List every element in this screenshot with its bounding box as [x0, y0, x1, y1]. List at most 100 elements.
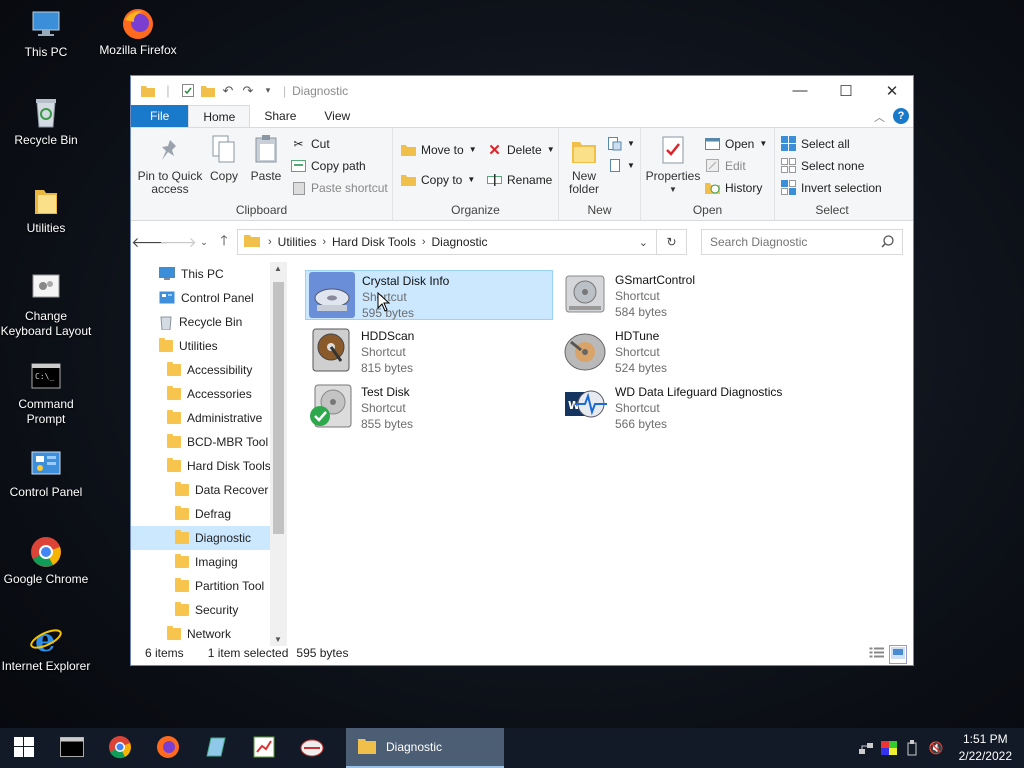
nav-item-administrative[interactable]: Administrative	[131, 406, 287, 430]
nav-item-accessories[interactable]: Accessories	[131, 382, 287, 406]
file-item-gsmartcontrol[interactable]: GSmartControl Shortcut 584 bytes	[559, 270, 807, 320]
large-icons-view-icon[interactable]	[889, 645, 907, 664]
tab-view[interactable]: View	[310, 105, 364, 127]
new-folder-icon[interactable]	[199, 82, 217, 100]
select-none-button[interactable]: Select none	[781, 158, 864, 173]
breadcrumb-utilities[interactable]: Utilities	[278, 235, 317, 249]
file-item-test-disk[interactable]: Test Disk Shortcut 855 bytes	[305, 382, 553, 432]
usb-tray-icon[interactable]	[902, 738, 922, 758]
nav-item-data-recover[interactable]: Data Recover	[131, 478, 287, 502]
file-item-crystal-disk-info[interactable]: Crystal Disk Info Shortcut 595 bytes	[305, 270, 553, 320]
file-item-hdtune[interactable]: HDTune Shortcut 524 bytes	[559, 326, 807, 376]
taskbar-chrome[interactable]	[96, 728, 144, 768]
tab-file[interactable]: File	[131, 105, 189, 127]
nav-item-imaging[interactable]: Imaging	[131, 550, 287, 574]
desktop-icon-chrome[interactable]: Google Chrome	[0, 535, 92, 587]
copy-button[interactable]: Copy	[207, 134, 241, 183]
undo-icon[interactable]: ↶	[219, 82, 237, 100]
nav-item-bcd-mbr-tool[interactable]: BCD-MBR Tool	[131, 430, 287, 454]
taskbar-window-label: Diagnostic	[386, 740, 443, 754]
file-item-wd-data-lifeguard-diagnostics[interactable]: WD WD Data Lifeguard Diagnostics Shortcut 5…	[559, 382, 807, 432]
file-item-hddscan[interactable]: HDDScan Shortcut 815 bytes	[305, 326, 553, 376]
desktop-icon-label: Mozilla Firefox	[99, 43, 177, 57]
up-button[interactable]: 🡑	[213, 231, 235, 253]
taskbar-firefox[interactable]	[144, 728, 192, 768]
nav-item-control-panel[interactable]: Control Panel	[131, 286, 287, 310]
nav-item-defrag[interactable]: Defrag	[131, 502, 287, 526]
minimize-button[interactable]: —	[777, 76, 823, 105]
nav-item-hard-disk-tools[interactable]: Hard Disk Tools	[131, 454, 287, 478]
desktop-icon-keyboard-layout[interactable]: Change Keyboard Layout	[0, 272, 92, 339]
details-view-icon[interactable]	[869, 646, 885, 662]
back-button[interactable]: 🡐	[131, 231, 169, 253]
customize-toolbar-icon[interactable]: ▾	[259, 82, 277, 100]
firefox-icon	[156, 735, 180, 762]
display-tray-icon[interactable]	[879, 738, 899, 758]
taskbar-command-prompt[interactable]	[48, 728, 96, 768]
desktop-icon-this-pc[interactable]: This PC	[0, 8, 92, 60]
nav-item-this-pc[interactable]: This PC	[131, 262, 287, 286]
volume-muted-icon[interactable]: 🔇	[926, 738, 946, 758]
start-button[interactable]	[0, 728, 48, 768]
collapse-ribbon-icon[interactable]: ︿	[874, 109, 885, 125]
desktop-icon-command-prompt[interactable]: C:\_ Command Prompt	[0, 360, 92, 427]
nav-pane-scrollbar[interactable]: ▲ ▼	[270, 262, 287, 646]
breadcrumb-diagnostic[interactable]: Diagnostic	[432, 235, 488, 249]
scrollbar-thumb[interactable]	[273, 282, 284, 534]
redo-icon[interactable]: ↷	[239, 82, 257, 100]
pin-to-quick-access-button[interactable]: Pin to Quick access	[137, 138, 203, 196]
invert-selection-button[interactable]: Invert selection	[781, 180, 882, 195]
rename-button[interactable]: Rename	[487, 172, 552, 187]
properties-button[interactable]: Properties ▼	[645, 136, 701, 196]
paste-button[interactable]: Paste	[247, 134, 285, 183]
cut-button[interactable]: ✂ Cut	[291, 136, 329, 151]
refresh-button[interactable]: ↻	[657, 229, 687, 255]
taskbar-app-4[interactable]	[192, 728, 240, 768]
desktop-icon-firefox[interactable]: Mozilla Firefox	[92, 6, 184, 58]
paste-shortcut-button[interactable]: Paste shortcut	[291, 180, 388, 195]
nav-item-accessibility[interactable]: Accessibility	[131, 358, 287, 382]
properties-icon[interactable]	[179, 82, 197, 100]
nav-item-utilities[interactable]: Utilities	[131, 334, 287, 358]
nav-item-recycle-bin[interactable]: Recycle Bin	[131, 310, 287, 334]
nav-item-diagnostic[interactable]: Diagnostic	[131, 526, 287, 550]
file-item-text: HDTune Shortcut 524 bytes	[615, 328, 667, 376]
address-bar[interactable]: › Utilities › Hard Disk Tools › Diagnost…	[237, 229, 657, 255]
nav-item-security[interactable]: Security	[131, 598, 287, 622]
help-icon[interactable]: ?	[893, 108, 909, 124]
desktop-icon-control-panel[interactable]: Control Panel	[0, 448, 92, 500]
copy-path-button[interactable]: Copy path	[291, 158, 366, 173]
file-size: 855 bytes	[361, 417, 414, 431]
edit-button[interactable]: Edit	[705, 158, 746, 173]
delete-button[interactable]: ✕ Delete ▼	[487, 142, 554, 159]
move-to-button[interactable]: Move to ▼	[401, 142, 477, 157]
desktop-icon-recycle-bin[interactable]: Recycle Bin	[0, 96, 92, 148]
maximize-button[interactable]: ☐	[823, 76, 869, 105]
close-button[interactable]: ✕	[869, 76, 915, 105]
scroll-up-icon[interactable]: ▲	[274, 264, 282, 273]
tab-share[interactable]: Share	[250, 105, 310, 127]
new-folder-button[interactable]: New folder	[565, 138, 603, 196]
chevron-down-icon[interactable]: ⌄	[639, 236, 648, 249]
system-clock[interactable]: 1:51 PM 2/22/2022	[959, 731, 1012, 765]
forward-button[interactable]: 🡒	[159, 231, 197, 253]
desktop-icon-internet-explorer[interactable]: e Internet Explorer	[0, 621, 92, 674]
history-button[interactable]: History	[705, 180, 762, 195]
desktop-icon-utilities[interactable]: Utilities	[0, 184, 92, 236]
copy-to-button[interactable]: Copy to ▼	[401, 172, 475, 187]
network-tray-icon[interactable]	[856, 738, 876, 758]
taskbar-app-5[interactable]	[240, 728, 288, 768]
search-input[interactable]	[710, 235, 875, 249]
search-box[interactable]	[701, 229, 903, 255]
tab-home[interactable]: Home	[188, 105, 251, 127]
notepad-icon	[205, 736, 227, 761]
open-button[interactable]: Open ▼	[705, 136, 767, 151]
easy-access-button[interactable]: ▼	[607, 158, 635, 173]
breadcrumb-hard-disk-tools[interactable]: Hard Disk Tools	[332, 235, 416, 249]
taskbar-app-6[interactable]	[288, 728, 336, 768]
nav-item-partition-tool[interactable]: Partition Tool	[131, 574, 287, 598]
new-item-button[interactable]: ▼	[607, 136, 635, 151]
recent-locations-button[interactable]: ⌄	[193, 231, 215, 253]
select-all-button[interactable]: Select all	[781, 136, 850, 151]
taskbar-explorer-window[interactable]: Diagnostic	[346, 728, 504, 768]
